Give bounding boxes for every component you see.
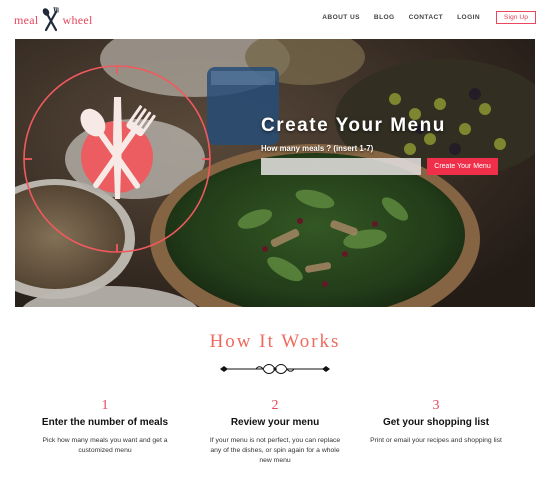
step-description: Print or email your recipes and shopping… xyxy=(370,437,502,444)
meals-count-input[interactable] xyxy=(261,158,421,175)
step-title: Review your menu xyxy=(230,417,320,428)
logo[interactable]: meal wheel xyxy=(14,6,94,34)
how-it-works-title: How It Works xyxy=(209,331,341,352)
site-header: meal wheel ABOUT US BLOG CONTACT LOGIN S… xyxy=(0,0,550,38)
step-number: 1 xyxy=(101,398,109,413)
hero-banner: Create Your Menu How many meals ? (inser… xyxy=(15,39,535,307)
step-number: 2 xyxy=(271,398,279,413)
logo-text-meal: meal xyxy=(14,12,39,27)
step-title: Get your shopping list xyxy=(382,417,490,428)
step-description: Pick how many meals you want and get a c… xyxy=(42,437,168,454)
step-2: 2 Review your menu If your menu is not p… xyxy=(190,398,360,466)
main-nav: ABOUT US BLOG CONTACT LOGIN Sign Up xyxy=(308,11,536,24)
nav-blog[interactable]: BLOG xyxy=(374,14,395,21)
fork-knife-icon xyxy=(42,6,59,32)
hero-title: Create Your Menu xyxy=(261,115,446,136)
nav-about-us[interactable]: ABOUT US xyxy=(322,14,360,21)
meals-prompt-label: How many meals ? (insert 1-7) xyxy=(261,144,374,153)
step-3: 3 Get your shopping list Print or email … xyxy=(351,398,521,446)
signup-button[interactable]: Sign Up xyxy=(496,11,536,24)
flourish-divider-icon xyxy=(220,364,330,374)
create-menu-button[interactable]: Create Your Menu xyxy=(427,158,498,175)
step-number: 3 xyxy=(432,398,440,413)
step-1: 1 Enter the number of meals Pick how man… xyxy=(20,398,190,456)
step-description: If your menu is not perfect, you can rep… xyxy=(209,437,341,464)
logo-text-wheel: wheel xyxy=(62,12,93,27)
nav-login[interactable]: LOGIN xyxy=(457,14,480,21)
nav-contact[interactable]: CONTACT xyxy=(409,14,444,21)
step-title: Enter the number of meals xyxy=(41,417,169,428)
